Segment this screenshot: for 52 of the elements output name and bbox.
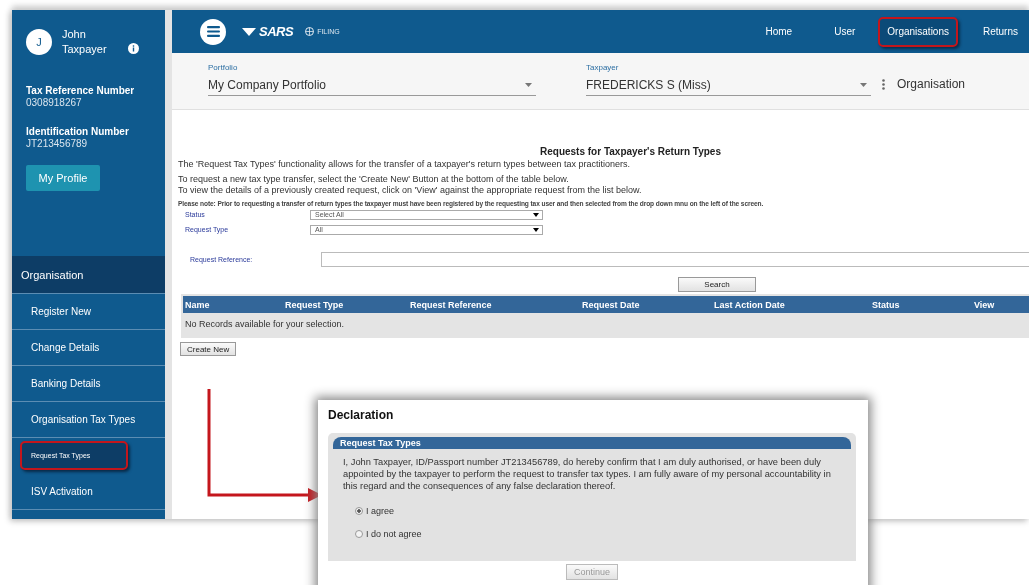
- column-header: Request Reference: [410, 299, 493, 310]
- menu-icon[interactable]: [200, 18, 226, 45]
- option-label: I agree: [366, 506, 395, 516]
- declaration-text: I, John Taxpayer, ID/Passport number JT213456789, do hereby confirm that I am duly authorised, or have been duly appointed by the taxpayer to perform the request to transfer tax types. I am fully aware of my personal accountability in this regard and the consequences of any false declaration thereof.: [342, 456, 832, 492]
- field-label: Taxpayer: [586, 63, 620, 72]
- dialog-title: Declaration: [328, 408, 395, 422]
- field-value: 0308918267: [26, 97, 83, 108]
- field-label: Portfolio: [208, 63, 239, 72]
- nav-link[interactable]: Organisations: [878, 16, 958, 47]
- field-value: JT213456789: [26, 138, 89, 149]
- caret-icon[interactable]: [533, 212, 539, 217]
- section-header: Request Tax Types: [333, 437, 851, 449]
- column-header: Request Type: [285, 299, 345, 310]
- menu-heading: Organisation: [12, 256, 165, 294]
- empty-message: No Records available for your selection.: [185, 318, 345, 329]
- dropdown[interactable]: FREDERICKS S (Miss): [586, 75, 871, 96]
- input-field[interactable]: [321, 252, 1029, 267]
- column-header: Status: [872, 299, 901, 310]
- intro-text: To view the details of a previously created request, click on 'View' against the appropriate request from the list below.: [178, 185, 643, 196]
- intro-text: The 'Request Tax Types' functionality allows for the transfer of a taxpayer's return types between tax practitioners.: [178, 159, 632, 170]
- search-button[interactable]: Search: [678, 277, 756, 292]
- menu-item[interactable]: ISV Activation: [12, 474, 165, 510]
- dropdown[interactable]: My Company Portfolio: [208, 75, 536, 96]
- field-label: Identification Number: [26, 126, 130, 137]
- menu-item[interactable]: Change Details: [12, 330, 165, 366]
- menu-item[interactable]: Organisation Tax Types: [12, 402, 165, 438]
- option-label: I do not agree: [366, 529, 422, 539]
- radio-button[interactable]: [355, 530, 363, 538]
- context-label: Organisation: [897, 77, 966, 91]
- user-name: John Taxpayer: [62, 27, 108, 57]
- avatar: J: [26, 29, 52, 55]
- logo-text: SARS: [259, 24, 294, 39]
- radio-button[interactable]: [355, 507, 363, 515]
- logo-mark-icon: [242, 27, 256, 36]
- globe-icon: [305, 27, 315, 36]
- info-icon[interactable]: [128, 42, 139, 54]
- nav-link[interactable]: User: [823, 18, 867, 45]
- create-new-button[interactable]: Create New: [180, 342, 237, 356]
- my-profile-button[interactable]: My Profile: [26, 165, 100, 191]
- page-title: Requests for Taxpayer's Return Types: [540, 146, 722, 157]
- column-header: Last Action Date: [714, 299, 786, 310]
- menu-item[interactable]: Banking Details: [12, 366, 165, 402]
- menu-item[interactable]: Register New: [12, 294, 165, 330]
- intro-text: To request a new tax type transfer, select the 'Create New' Button at the bottom of the table below.: [178, 174, 570, 185]
- caret-icon[interactable]: [533, 227, 539, 232]
- more-icon[interactable]: [882, 79, 885, 90]
- nav-link[interactable]: Home: [754, 18, 804, 45]
- field-label: Tax Reference Number: [26, 85, 136, 96]
- column-header: Request Date: [582, 299, 641, 310]
- column-header: Name: [185, 299, 211, 310]
- nav-link[interactable]: Returns: [972, 18, 1029, 45]
- column-header: View: [974, 299, 996, 310]
